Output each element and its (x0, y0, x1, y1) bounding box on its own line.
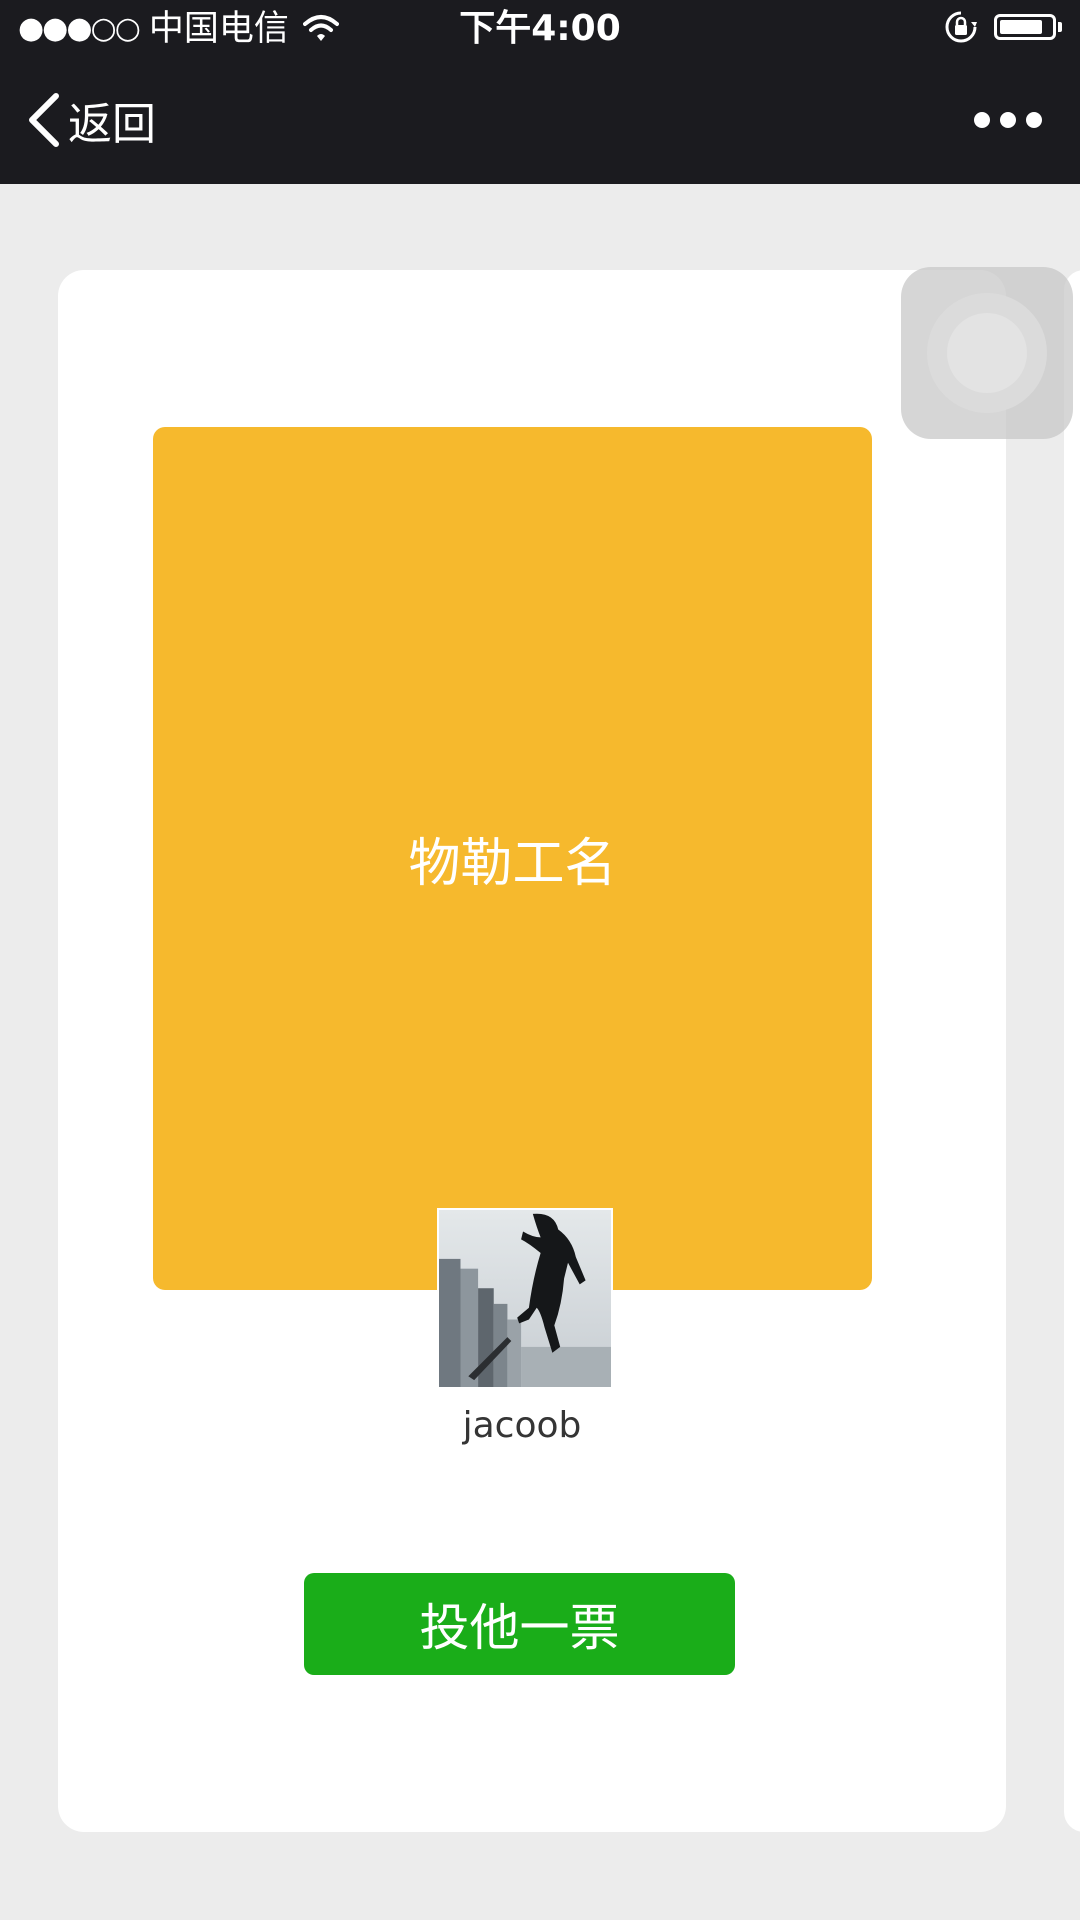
username: jacoob (462, 1405, 582, 1446)
more-dot (1026, 112, 1042, 128)
more-dot (974, 112, 990, 128)
assistive-touch-icon[interactable] (901, 267, 1073, 439)
more-dots-icon[interactable] (974, 102, 1042, 138)
battery-tip (1058, 22, 1062, 32)
assistive-touch-core (947, 313, 1027, 393)
back-label: 返回 (68, 99, 156, 150)
next-card-edge[interactable] (1064, 270, 1080, 1832)
status-time: 下午4:00 (459, 8, 621, 49)
battery-fill (1000, 20, 1042, 34)
more-dot (1000, 112, 1016, 128)
avatar-photo (439, 1210, 611, 1387)
vote-button[interactable]: 投他一票 (304, 1573, 735, 1675)
battery-icon (994, 14, 1056, 40)
poster-image[interactable]: 物勒工名 (153, 427, 872, 1290)
status-bar: ●●●○○ 中国电信 下午4:00 (0, 0, 1080, 58)
poster-title: 物勒工名 (408, 834, 617, 894)
back-button[interactable]: 返回 (26, 88, 156, 152)
chevron-left-icon (29, 93, 59, 147)
nav-bar: 返回 (0, 58, 1080, 184)
status-right (944, 10, 1062, 44)
avatar[interactable] (437, 1208, 613, 1389)
lock-rotation-icon (945, 11, 977, 43)
